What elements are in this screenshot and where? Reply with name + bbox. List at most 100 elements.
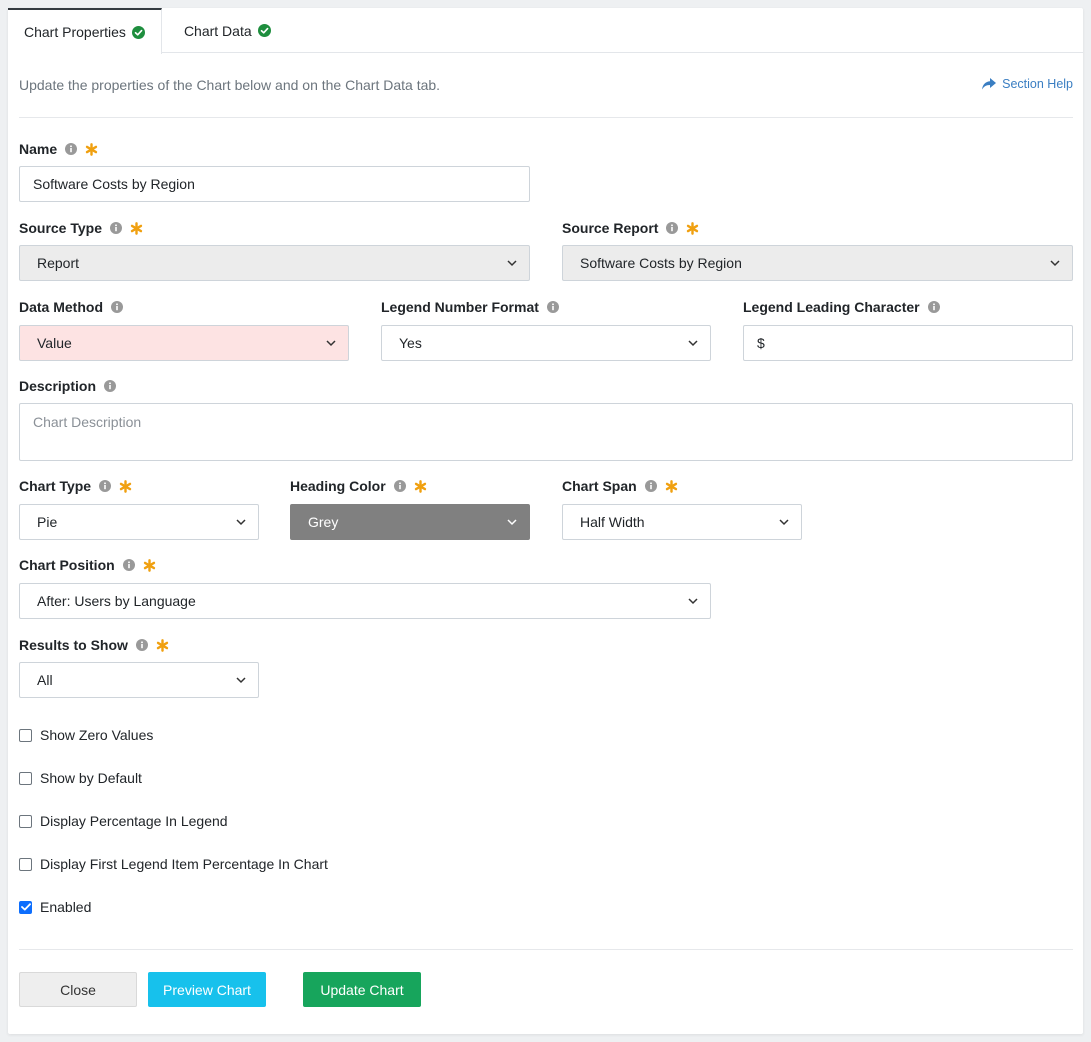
checkmark-icon <box>20 903 31 911</box>
update-chart-button[interactable]: Update Chart <box>303 972 421 1007</box>
checkbox[interactable] <box>19 728 32 742</box>
info-icon[interactable] <box>546 301 559 313</box>
source-report-select[interactable]: Software Costs by Region <box>562 245 1073 281</box>
results-to-show-label: Results to Show <box>19 637 169 653</box>
required-star-icon <box>687 221 699 235</box>
chart-position-label-text: Chart Position <box>19 557 115 573</box>
results-to-show-value: All <box>37 672 53 688</box>
heading-color-label: Heading Color <box>290 478 427 494</box>
tab-chart-properties[interactable]: Chart Properties <box>8 8 162 54</box>
checkbox-label: Display First Legend Item Percentage In … <box>40 856 328 872</box>
legend-number-format-value: Yes <box>399 335 422 351</box>
chevron-down-icon <box>507 259 517 266</box>
name-input-value: Software Costs by Region <box>33 176 195 192</box>
legend-number-format-select[interactable]: Yes <box>381 325 711 361</box>
source-report-label-text: Source Report <box>562 220 659 236</box>
chart-position-select[interactable]: After: Users by Language <box>19 583 711 619</box>
info-icon[interactable] <box>927 301 940 313</box>
info-icon[interactable] <box>65 143 78 155</box>
source-report-value: Software Costs by Region <box>580 255 742 271</box>
checkbox[interactable] <box>19 900 32 914</box>
chevron-down-icon <box>1050 259 1060 266</box>
description-textarea[interactable]: Chart Description <box>19 403 1073 461</box>
divider <box>19 949 1073 950</box>
checkbox-label: Display Percentage In Legend <box>40 813 228 829</box>
share-arrow-icon <box>982 78 997 90</box>
checkbox[interactable] <box>19 857 32 871</box>
description-label: Description <box>19 378 117 394</box>
chart-position-label: Chart Position <box>19 557 156 573</box>
required-star-icon <box>119 479 132 493</box>
divider <box>19 117 1073 118</box>
required-star-icon <box>414 479 426 493</box>
info-icon[interactable] <box>110 222 122 234</box>
checkbox-label: Show by Default <box>40 770 142 786</box>
legend-leading-character-label-text: Legend Leading Character <box>743 299 920 315</box>
required-star-icon <box>143 558 155 572</box>
chart-span-label-text: Chart Span <box>562 478 637 494</box>
heading-color-select[interactable]: Grey <box>290 504 530 540</box>
source-type-select[interactable]: Report <box>19 245 530 281</box>
data-method-label: Data Method <box>19 299 123 315</box>
results-to-show-label-text: Results to Show <box>19 637 128 653</box>
info-icon[interactable] <box>393 480 406 492</box>
info-icon[interactable] <box>666 222 679 234</box>
preview-chart-button[interactable]: Preview Chart <box>148 972 266 1007</box>
info-icon[interactable] <box>135 639 148 651</box>
info-icon[interactable] <box>644 480 657 492</box>
tab-bar: Chart Properties Chart Data <box>8 8 1083 54</box>
show-zero-values-checkbox[interactable]: Show Zero Values <box>19 727 153 743</box>
chevron-down-icon <box>779 518 789 525</box>
intro-text: Update the properties of the Chart below… <box>19 77 441 93</box>
checkbox[interactable] <box>19 814 32 828</box>
chart-span-label: Chart Span <box>562 478 678 494</box>
chart-span-value: Half Width <box>580 514 645 530</box>
results-to-show-select[interactable]: All <box>19 662 259 698</box>
chevron-down-icon <box>688 597 698 604</box>
chart-type-select[interactable]: Pie <box>19 504 259 540</box>
description-label-text: Description <box>19 378 97 394</box>
chevron-down-icon <box>236 518 246 525</box>
name-label-text: Name <box>19 141 58 157</box>
checkbox-label: Enabled <box>40 899 92 915</box>
close-button[interactable]: Close <box>19 972 137 1007</box>
info-icon[interactable] <box>111 301 123 313</box>
legend-number-format-label-text: Legend Number Format <box>381 299 539 315</box>
show-by-default-checkbox[interactable]: Show by Default <box>19 770 142 786</box>
required-star-icon <box>156 638 169 652</box>
heading-color-value: Grey <box>308 514 339 530</box>
section-help-label: Section Help <box>1002 77 1073 91</box>
section-help-link[interactable]: Section Help <box>982 77 1073 91</box>
enabled-checkbox[interactable]: Enabled <box>19 899 91 915</box>
source-type-label-text: Source Type <box>19 220 102 236</box>
chart-position-value: After: Users by Language <box>37 593 196 609</box>
legend-leading-character-value: $ <box>757 335 765 351</box>
chart-span-select[interactable]: Half Width <box>562 504 802 540</box>
data-method-select[interactable]: Value <box>19 325 349 361</box>
tab-label: Chart Data <box>183 22 252 39</box>
display-percentage-legend-checkbox[interactable]: Display Percentage In Legend <box>19 813 228 829</box>
legend-number-format-label: Legend Number Format <box>381 299 559 315</box>
check-circle-icon <box>131 25 145 39</box>
tab-chart-data[interactable]: Chart Data <box>162 8 287 53</box>
chevron-down-icon <box>236 676 246 683</box>
chart-type-value: Pie <box>37 514 58 530</box>
description-placeholder: Chart Description <box>33 414 142 430</box>
display-first-legend-percentage-checkbox[interactable]: Display First Legend Item Percentage In … <box>19 856 328 872</box>
legend-leading-character-label: Legend Leading Character <box>743 299 940 315</box>
chart-type-label: Chart Type <box>19 478 132 494</box>
check-circle-icon <box>257 24 271 37</box>
name-label: Name <box>19 141 98 157</box>
source-report-label: Source Report <box>562 220 699 236</box>
info-icon[interactable] <box>99 480 112 492</box>
data-method-value: Value <box>37 335 72 351</box>
info-icon[interactable] <box>104 380 117 392</box>
name-input[interactable]: Software Costs by Region <box>19 166 530 202</box>
checkbox[interactable] <box>19 771 32 785</box>
heading-color-label-text: Heading Color <box>290 478 386 494</box>
info-icon[interactable] <box>122 559 135 571</box>
chart-properties-panel: Chart Properties Chart Data Update the p… <box>8 8 1083 1034</box>
legend-leading-character-input[interactable]: $ <box>743 325 1073 361</box>
source-type-label: Source Type <box>19 220 143 236</box>
required-star-icon <box>85 142 98 156</box>
